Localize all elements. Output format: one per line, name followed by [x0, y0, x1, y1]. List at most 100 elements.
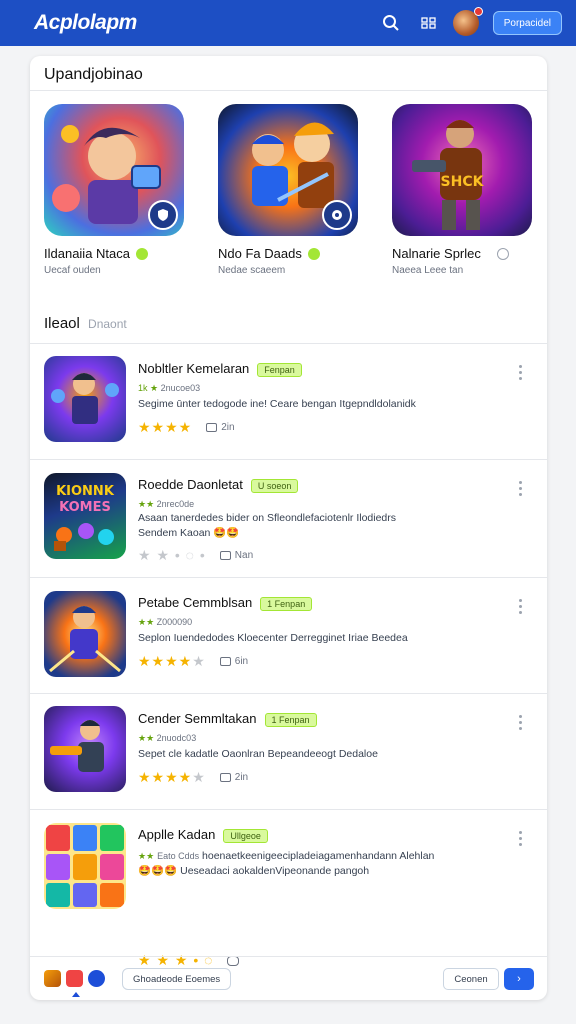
info-icon[interactable] [496, 247, 509, 260]
svg-text:KOMES: KOMES [59, 500, 111, 515]
app-icon[interactable] [44, 823, 126, 909]
stars: ★★★★ [138, 769, 193, 785]
notification-badge [473, 7, 483, 16]
app-icon[interactable] [44, 706, 126, 792]
more-options-icon[interactable] [519, 365, 523, 380]
rating-prefix: ★★ [138, 733, 155, 743]
featured-artwork[interactable]: SHCK [392, 104, 532, 236]
svg-text:SHCK: SHCK [441, 174, 485, 190]
section-header: Ileaol Dnaont [44, 315, 127, 332]
divider [30, 90, 547, 91]
list-item[interactable]: Petabe Cemmblsan 1 Fenpan ★★ Z000090 Sepl… [30, 577, 547, 693]
app-name[interactable]: Petabe Cemmblsan [138, 595, 252, 610]
hero-illustration: SHCK [412, 120, 485, 230]
star-rating: ★ ★ • ◌ • Nan [138, 547, 253, 564]
verified-icon [136, 247, 148, 260]
app-artwork [50, 720, 104, 772]
featured-artwork[interactable] [44, 104, 184, 236]
empty-star: ★ [192, 769, 206, 785]
stars: ★★★★ [138, 653, 193, 669]
app-artwork [49, 606, 121, 673]
grid-icon[interactable] [415, 9, 443, 37]
app-meta: 2nucoe03 [160, 383, 201, 393]
app-icon[interactable] [44, 591, 126, 677]
more-options-icon[interactable] [519, 831, 523, 846]
star-rating: ★★★★ ★ 2in [138, 769, 248, 786]
more-options-icon[interactable] [519, 599, 523, 614]
bottom-toolbar: Ghoadeode Eoemes Ceonen › [30, 956, 547, 1000]
list-item[interactable]: Nobltler Kemelaran Fenpan 1k ★ 2nucoe03 S… [30, 343, 547, 459]
app-shortcut-icon[interactable] [66, 970, 83, 987]
stars: ★ ★ • ◌ • [138, 547, 206, 563]
category-tag: U soeon [250, 478, 299, 493]
cancel-button[interactable]: Ceonen [443, 968, 499, 990]
app-shortcut-icon[interactable] [88, 970, 105, 987]
featured-subtitle: Naeea Leee tan [392, 265, 464, 276]
app-meta: Z000090 [156, 617, 193, 627]
app-description: Sepet cle kadatle Oaonlran Bepeandeeogt … [138, 748, 378, 760]
app-meta: Eato Cdds [157, 851, 200, 861]
rating-prefix: ★★ [138, 851, 155, 861]
comment-icon [219, 551, 231, 560]
featured-subtitle: Uecaf ouden [44, 265, 101, 276]
header-action-button[interactable]: Porpacidel [492, 11, 562, 35]
list-item[interactable]: KIONNK KOMES Roedde Daonletat U soeon ★★ 2… [30, 459, 547, 577]
app-icon[interactable] [44, 356, 126, 442]
review-count: 6in [234, 656, 249, 667]
category-tag: Ullgeoe [223, 828, 268, 843]
section-subtitle: Dnaont [88, 317, 127, 331]
more-options-icon[interactable] [519, 481, 523, 496]
app-description: Segime ūnter tedogode ine! Ceare bengan … [138, 398, 416, 410]
category-tag: Fenpan [257, 362, 302, 377]
main-card: Upandjobinao Ildanaiia Ntaca Uecaf ouden [30, 56, 547, 1000]
rating-prefix: ★★ [138, 617, 155, 627]
app-artwork: KIONNKKOMES [54, 484, 115, 551]
star-rating: ★★★★ 2in [138, 419, 235, 436]
rating-prefix: ★★ [138, 499, 155, 509]
comment-icon [219, 773, 231, 782]
featured-subtitle: Nedae scaeem [218, 265, 286, 276]
app-name[interactable]: Roedde Daonletat [138, 477, 243, 492]
comment-icon [206, 423, 218, 432]
app-meta: 2nrec0de [156, 499, 195, 509]
featured-title: Ildanaiia Ntaca [44, 246, 130, 261]
app-name[interactable]: Applle Kadan [138, 827, 215, 842]
shield-icon [148, 200, 178, 230]
app-description: Asaan tanerdedes bider on Sfleondlefacio… [138, 512, 397, 539]
review-count: Nan [234, 550, 254, 561]
app-name[interactable]: Nobltler Kemelaran [138, 361, 249, 376]
brand-logo[interactable]: Acplolapm [34, 11, 377, 35]
featured-title: Ndo Fa Daads [218, 246, 302, 261]
app-description: ★★ Eato Cdds hoenaetkeenigeecipladeiagam… [138, 849, 448, 879]
comment-icon [219, 657, 231, 666]
app-shortcut-icon[interactable] [44, 970, 61, 987]
section-title: Ileaol [44, 315, 80, 332]
card-title: Upandjobinao [44, 66, 143, 83]
user-avatar[interactable] [452, 7, 483, 36]
category-tag: 1 Fenpan [260, 596, 313, 611]
empty-star: ★ [192, 653, 206, 669]
search-icon[interactable] [377, 9, 405, 37]
filter-pill[interactable]: Ghoadeode Eoemes [122, 968, 232, 990]
next-button[interactable]: › [504, 968, 534, 990]
featured-item[interactable]: Ndo Fa Daads Nedae scaeem [218, 104, 368, 276]
list-item[interactable]: Cender Semmltakan 1 Fenpan ★★ 2nuodc03 Se… [30, 693, 547, 809]
featured-artwork[interactable] [218, 104, 358, 236]
verified-icon [307, 247, 320, 260]
more-options-icon[interactable] [519, 715, 523, 730]
svg-text:KIONNK: KIONNK [56, 484, 115, 499]
featured-item[interactable]: SHCK Nalnarie Sprlec Naeea Leee tan [392, 104, 542, 276]
app-meta: 2nuodc03 [156, 733, 197, 743]
review-count: 2in [221, 422, 235, 433]
stars: ★★★★ [138, 419, 193, 435]
featured-item[interactable]: Ildanaiia Ntaca Uecaf ouden [44, 104, 194, 276]
review-count: 2in [234, 772, 249, 783]
list-item[interactable]: Applle Kadan Ullgeoe ★★ Eato Cdds hoenaet… [30, 809, 547, 949]
star-rating: ★★★★ ★ 6in [138, 653, 248, 670]
app-artwork [46, 825, 124, 907]
app-description: Seplon Iuendedodes Kloecenter Derreggine… [138, 632, 408, 644]
active-indicator [72, 992, 80, 997]
top-app-bar: Acplolapm Porpacidel [0, 0, 576, 46]
app-name[interactable]: Cender Semmltakan [138, 711, 257, 726]
app-icon[interactable]: KIONNK KOMES [44, 473, 126, 559]
